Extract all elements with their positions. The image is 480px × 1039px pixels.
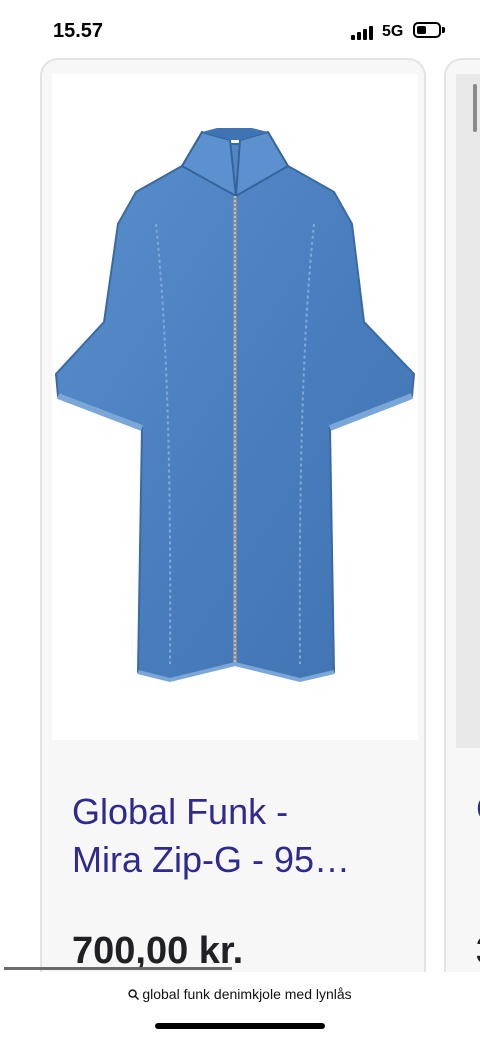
product-title-line2[interactable]: Mira Zip-G - 95… xyxy=(72,836,412,884)
battery-icon xyxy=(413,22,441,38)
cellular-signal-icon xyxy=(351,24,377,40)
address-bar[interactable]: global funk denimkjole med lynlås xyxy=(0,986,480,1002)
next-product-card[interactable]: C 3 xyxy=(444,58,480,1018)
product-title[interactable]: Global Funk - Mira Zip-G - 95… xyxy=(72,788,412,884)
status-time: 15.57 xyxy=(53,20,104,42)
address-text[interactable]: global funk denimkjole med lynlås xyxy=(142,986,351,1002)
denim-dress-illustration xyxy=(54,128,416,683)
next-product-price: 3 xyxy=(476,930,480,973)
next-product-title[interactable]: C xyxy=(476,788,480,830)
product-title-line1[interactable]: Global Funk - xyxy=(72,788,412,836)
product-card[interactable]: Global Funk - Mira Zip-G - 95… 700,00 kr… xyxy=(40,58,426,1018)
product-image[interactable] xyxy=(52,74,418,740)
scroll-indicator xyxy=(473,84,477,132)
home-indicator[interactable] xyxy=(155,1023,325,1029)
network-type: 5G xyxy=(382,23,404,40)
battery-cap xyxy=(442,27,445,33)
status-bar: 15.57 5G xyxy=(0,0,480,60)
page-load-progress xyxy=(4,967,232,970)
magnifier-icon xyxy=(128,986,140,1002)
next-product-image[interactable] xyxy=(456,74,480,748)
